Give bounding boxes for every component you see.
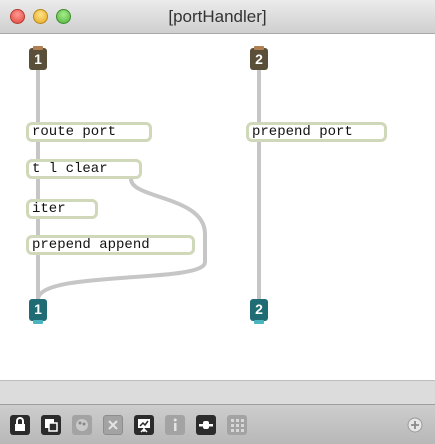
object-prepend-append[interactable]: prepend append <box>26 235 195 255</box>
bottom-toolbar <box>0 404 435 444</box>
patcher-window: [portHandler] 1 2 route port t l clear i… <box>0 0 435 444</box>
add-icon[interactable] <box>405 415 425 435</box>
lock-icon[interactable] <box>10 415 30 435</box>
close-box-icon[interactable] <box>103 415 123 435</box>
inlet-1[interactable]: 1 <box>29 46 47 70</box>
object-prepend-port[interactable]: prepend port <box>246 122 387 142</box>
outlet-1[interactable]: 1 <box>29 299 47 324</box>
paint-icon[interactable] <box>72 415 92 435</box>
patcher-canvas[interactable]: 1 2 route port t l clear iter prepend ap… <box>0 34 435 380</box>
connect-icon[interactable] <box>196 415 216 435</box>
object-trigger[interactable]: t l clear <box>26 159 142 179</box>
outlet-2[interactable]: 2 <box>250 299 268 324</box>
presentation-icon[interactable] <box>41 415 61 435</box>
object-route-port[interactable]: route port <box>26 122 152 142</box>
info-icon[interactable] <box>165 415 185 435</box>
object-label: iter <box>32 201 66 217</box>
object-label: route port <box>32 124 117 140</box>
object-label: t l clear <box>32 161 108 177</box>
status-bar <box>0 380 435 404</box>
object-label: prepend append <box>32 237 150 253</box>
title-bar[interactable]: [portHandler] <box>0 0 435 34</box>
debug-icon[interactable] <box>134 415 154 435</box>
object-iter[interactable]: iter <box>26 199 98 219</box>
window-title: [portHandler] <box>168 7 267 26</box>
object-label: prepend port <box>252 124 353 140</box>
grid-icon[interactable] <box>227 415 247 435</box>
inlet-2[interactable]: 2 <box>250 46 268 70</box>
